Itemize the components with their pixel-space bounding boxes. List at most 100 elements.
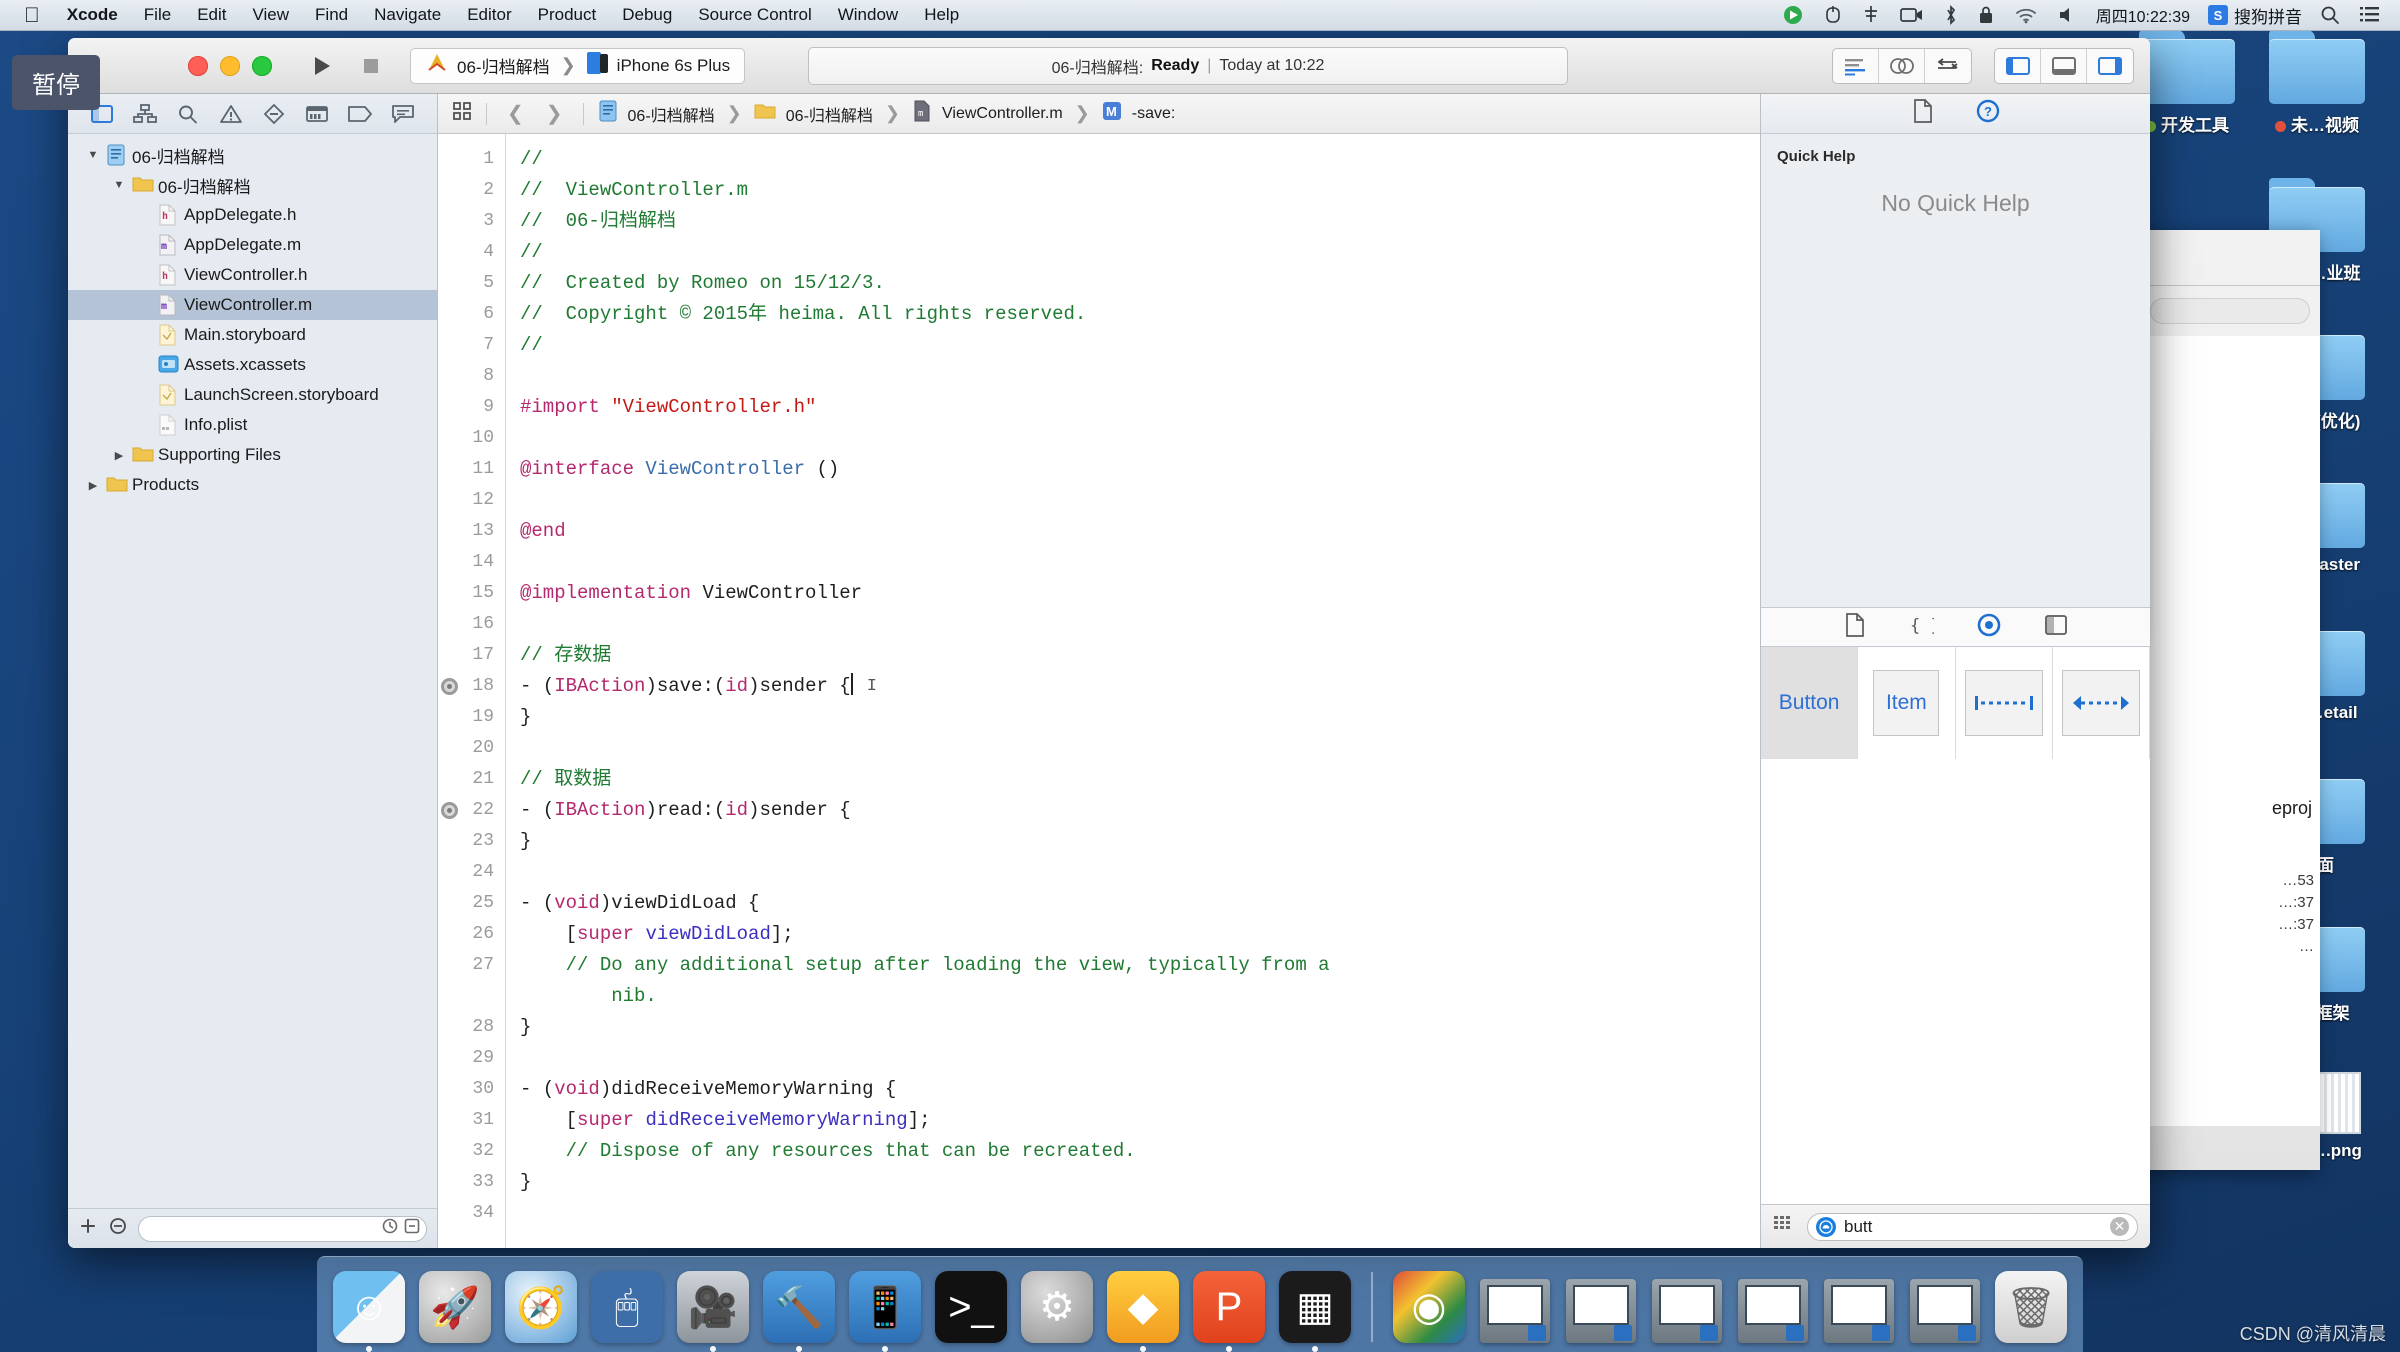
- code-line[interactable]: [520, 609, 1760, 640]
- toggle-utilities-icon[interactable]: [2087, 49, 2133, 83]
- file-tree-row[interactable]: h ViewController.h: [68, 260, 437, 290]
- filter-input[interactable]: [138, 1215, 427, 1242]
- toggle-debug-area-icon[interactable]: [2041, 48, 2087, 83]
- search-icon[interactable]: [2310, 5, 2350, 25]
- line-number[interactable]: 33: [438, 1167, 505, 1198]
- inspector-tab-bar[interactable]: ?: [1761, 94, 2150, 134]
- file-tree-row[interactable]: m ViewController.m: [68, 290, 437, 320]
- input-method-indicator[interactable]: S 搜狗拼音: [2200, 3, 2310, 28]
- editor-area[interactable]: ❮ ❯ 06-归档解档 ❯ 06-归档解档 ❯ m ViewController…: [438, 94, 1760, 1248]
- disclosure-triangle-icon[interactable]: ▶: [86, 479, 100, 492]
- menu-editor[interactable]: Editor: [454, 5, 524, 25]
- code-line[interactable]: //: [520, 330, 1760, 361]
- code-line[interactable]: }: [520, 702, 1760, 733]
- line-number[interactable]: 7: [438, 330, 505, 361]
- dock-item-finder[interactable]: ☺: [331, 1264, 407, 1352]
- line-number[interactable]: 12: [438, 485, 505, 516]
- code-line[interactable]: // 06-归档解档: [520, 206, 1760, 237]
- toggle-navigator-icon[interactable]: [1995, 48, 2041, 83]
- line-number[interactable]: 25: [438, 888, 505, 919]
- line-number[interactable]: 27: [438, 950, 505, 1012]
- line-number-gutter[interactable]: 1 2 3 4 5 6 7 8 9 10 11 12 13 14 15 16 17 18 19 20 21 22 23 24 2…: [438, 134, 506, 1248]
- navigator-area[interactable]: ▼ 06-归档解档 ▼ 06-归档解档 h AppDelegate.h m AppDelega…: [68, 94, 438, 1248]
- code-line[interactable]: - (void)didReceiveMemoryWarning {: [520, 1074, 1760, 1105]
- library-search-field[interactable]: butt ✕: [1807, 1212, 2138, 1241]
- object-library-item[interactable]: Button: [1761, 647, 1859, 759]
- wifi-icon[interactable]: [2004, 6, 2048, 24]
- line-number[interactable]: 6: [438, 299, 505, 330]
- line-number[interactable]: 10: [438, 423, 505, 454]
- dock-minimized-window[interactable]: [1907, 1264, 1983, 1352]
- airplay-icon[interactable]: [1852, 5, 1890, 25]
- screen-record-icon[interactable]: [1772, 4, 1814, 26]
- file-tree-row[interactable]: m AppDelegate.m: [68, 230, 437, 260]
- code-line[interactable]: // Created by Romeo on 15/12/3.: [520, 268, 1760, 299]
- code-snippet-library-icon[interactable]: { }: [1908, 613, 1941, 642]
- dock-item-xcode[interactable]: 🔨: [761, 1264, 837, 1352]
- disclosure-triangle-icon[interactable]: ▼: [112, 179, 126, 191]
- file-tree-row[interactable]: ▶ Supporting Files: [68, 440, 437, 470]
- code-line[interactable]: #import "ViewController.h": [520, 392, 1760, 423]
- line-number[interactable]: 16: [438, 609, 505, 640]
- dock-minimized-window[interactable]: [1477, 1264, 1553, 1352]
- finder-item-eproj[interactable]: eproj: [2272, 798, 2312, 819]
- dock-item-system-preferences[interactable]: ⚙: [1019, 1264, 1095, 1352]
- eject-icon[interactable]: [1814, 5, 1852, 25]
- line-number[interactable]: 21: [438, 764, 505, 795]
- dock-item-terminal[interactable]: >_: [933, 1264, 1009, 1352]
- breakpoint-navigator-icon[interactable]: [345, 101, 375, 127]
- find-navigator-icon[interactable]: [173, 101, 203, 127]
- code-line[interactable]: @interface ViewController (): [520, 454, 1760, 485]
- line-number[interactable]: 19: [438, 702, 505, 733]
- line-number[interactable]: 22: [438, 795, 505, 826]
- dock-minimized-window[interactable]: [1563, 1264, 1639, 1352]
- code-line[interactable]: [super didReceiveMemoryWarning];: [520, 1105, 1760, 1136]
- object-library-icon[interactable]: [1976, 612, 2002, 643]
- code-line[interactable]: - (void)viewDidLoad {: [520, 888, 1760, 919]
- line-number[interactable]: 9: [438, 392, 505, 423]
- code-line[interactable]: // 存数据: [520, 640, 1760, 671]
- dock-item-sketch[interactable]: ◆: [1105, 1264, 1181, 1352]
- menu-bar[interactable]:  Xcode File Edit View Find Navigate Edi…: [0, 0, 2400, 31]
- dock-item-console[interactable]: ▦: [1277, 1264, 1353, 1352]
- debug-navigator-icon[interactable]: [302, 101, 332, 127]
- line-number[interactable]: 1: [438, 144, 505, 175]
- run-button[interactable]: [296, 48, 346, 84]
- line-number[interactable]: 32: [438, 1136, 505, 1167]
- breakpoint-marker-icon[interactable]: [441, 802, 458, 819]
- object-library-item[interactable]: [2053, 647, 2150, 759]
- code-line[interactable]: - (IBAction)save:(id)sender {I: [520, 671, 1760, 702]
- navigator-tab-bar[interactable]: [68, 94, 437, 134]
- stop-button[interactable]: [346, 48, 396, 84]
- clear-icon[interactable]: ✕: [2110, 1217, 2129, 1236]
- line-number[interactable]: 2: [438, 175, 505, 206]
- dock-item-launchpad[interactable]: 🚀: [417, 1264, 493, 1352]
- menu-find[interactable]: Find: [302, 5, 361, 25]
- menu-debug[interactable]: Debug: [609, 5, 685, 25]
- close-button[interactable]: [188, 55, 208, 76]
- source-code-view[interactable]: 1 2 3 4 5 6 7 8 9 10 11 12 13 14 15 16 17 18 19 20 21 22 23 24 2…: [438, 134, 1760, 1248]
- code-line[interactable]: [520, 1198, 1760, 1229]
- menu-window[interactable]: Window: [825, 5, 911, 25]
- media-library-icon[interactable]: [2044, 614, 2068, 641]
- assistant-editor-icon[interactable]: [1879, 48, 1925, 83]
- minimize-button[interactable]: [220, 55, 240, 76]
- object-library-grid[interactable]: Button Item: [1761, 647, 2150, 759]
- breadcrumb-method-label[interactable]: -save:: [1132, 105, 1176, 123]
- code-line[interactable]: }: [520, 1167, 1760, 1198]
- code-line[interactable]: // ViewController.m: [520, 175, 1760, 206]
- disclosure-triangle-icon[interactable]: ▼: [86, 149, 100, 161]
- code-line[interactable]: - (IBAction)read:(id)sender {: [520, 795, 1760, 826]
- xcode-window[interactable]: 06-归档解档 ❯ iPhone 6s Plus 06-归档解档: Ready …: [68, 38, 2150, 1248]
- code-line[interactable]: [super viewDidLoad];: [520, 919, 1760, 950]
- menu-view[interactable]: View: [239, 5, 302, 25]
- file-tree-row[interactable]: Assets.xcassets: [68, 350, 437, 380]
- object-library-list[interactable]: [1761, 759, 2150, 1204]
- code-line[interactable]: [520, 485, 1760, 516]
- file-tree-row[interactable]: ▼ 06-归档解档: [68, 140, 437, 170]
- object-library-item[interactable]: [1956, 647, 2053, 759]
- dock-minimized-window[interactable]: [1821, 1264, 1897, 1352]
- menu-source-control[interactable]: Source Control: [685, 5, 824, 25]
- code-line[interactable]: // Dispose of any resources that can be …: [520, 1136, 1760, 1167]
- line-number[interactable]: 5: [438, 268, 505, 299]
